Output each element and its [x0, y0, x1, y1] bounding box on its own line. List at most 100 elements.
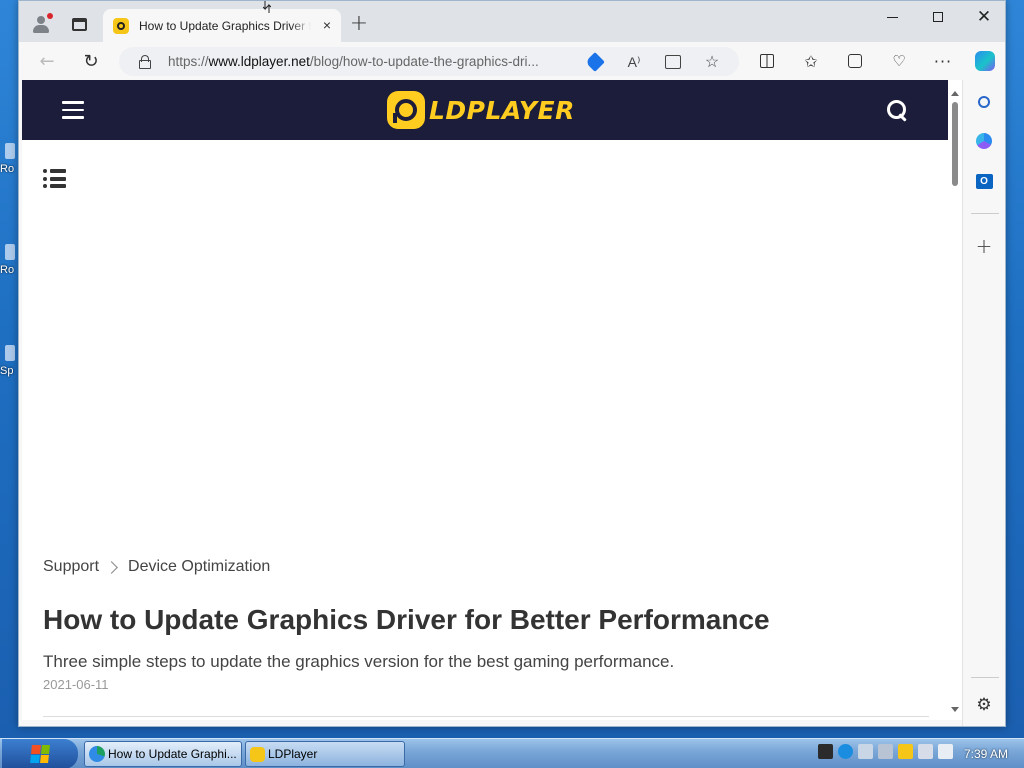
add-favorite-button[interactable]: ☆: [701, 51, 723, 73]
windows-logo-icon: [30, 745, 50, 763]
mouse-cursor-icon: [263, 1, 271, 13]
notification-dot: [47, 13, 53, 19]
maximize-icon: [933, 12, 943, 22]
start-button[interactable]: [2, 739, 78, 768]
display-icon[interactable]: [918, 744, 933, 759]
gear-icon: ⚙: [976, 695, 992, 715]
url-text[interactable]: https://www.ldplayer.net/blog/how-to-upd…: [168, 54, 578, 69]
taskbar-clock[interactable]: 7:39 AM: [964, 747, 1008, 761]
ldplayer-icon: [250, 746, 265, 762]
app-icon: [5, 143, 15, 159]
desktop-shortcut[interactable]: Sp: [0, 345, 18, 389]
taskbar: How to Update Graphi... LDPlayer 7:39 AM: [0, 738, 1024, 768]
minimize-button[interactable]: [869, 1, 915, 33]
app-icon: [5, 345, 15, 361]
collections-button[interactable]: [841, 48, 869, 74]
breadcrumb-support[interactable]: Support: [43, 558, 99, 576]
edge-sidebar: O + ⚙: [962, 80, 1005, 726]
taskbar-item-ldplayer[interactable]: LDPlayer: [245, 741, 405, 767]
edge-icon: [89, 746, 105, 762]
address-bar[interactable]: https://www.ldplayer.net/blog/how-to-upd…: [119, 47, 739, 76]
read-aloud-button[interactable]: A⁾: [623, 51, 645, 73]
search-icon[interactable]: [887, 100, 909, 122]
profile-button[interactable]: [27, 10, 55, 38]
ldplayer-tray-icon[interactable]: [898, 744, 913, 759]
title-bar: How to Update Graphics Driver for Better…: [19, 1, 1005, 42]
chevron-right-icon: [105, 560, 118, 574]
scroll-up-arrow-icon[interactable]: [951, 91, 959, 96]
volume-muted-icon[interactable]: [938, 744, 953, 759]
immersive-reader-icon: [665, 55, 681, 69]
network-icon[interactable]: [858, 744, 873, 759]
url-scheme: https://: [168, 54, 209, 69]
immersive-reader-button[interactable]: [662, 51, 684, 73]
tab-actions-button[interactable]: [65, 10, 93, 38]
copilot-button[interactable]: [971, 48, 999, 74]
scrollbar-thumb[interactable]: [952, 102, 958, 186]
article-date: 2021-06-11: [43, 677, 109, 692]
desktop-shortcut-label: Ro: [0, 264, 15, 276]
logo-text: LDPLAYER: [429, 95, 575, 125]
menu-button[interactable]: [62, 101, 84, 119]
site-header: LDPLAYER: [22, 80, 948, 140]
breadcrumb: Support Device Optimization: [43, 558, 270, 576]
sidebar-add-button[interactable]: +: [973, 234, 995, 258]
divider: [971, 213, 999, 214]
ldplayer-favicon-icon: [113, 17, 129, 34]
sidebar-outlook-button[interactable]: O: [973, 170, 995, 192]
divider: [971, 677, 999, 678]
reload-icon: ↻: [83, 50, 99, 72]
security-shield-icon[interactable]: [818, 744, 833, 759]
shopping-tag-icon: [585, 52, 605, 72]
vertical-scrollbar[interactable]: [948, 80, 962, 720]
heart-pulse-icon: ♡: [892, 52, 906, 70]
taskbar-item-label: LDPlayer: [268, 747, 318, 761]
star-icon: ☆: [704, 54, 720, 71]
web-page: LDPLAYER Support Device Optimization How…: [22, 80, 948, 720]
copilot-icon: [975, 51, 995, 71]
desktop-shortcut-label: Sp: [0, 365, 14, 377]
sidebar-settings-button[interactable]: ⚙: [973, 694, 995, 716]
split-screen-icon: [760, 54, 774, 68]
tab-close-button[interactable]: ×: [323, 18, 331, 32]
more-icon: ···: [933, 51, 953, 71]
desktop-shortcut-label: Ro: [0, 163, 15, 175]
scroll-down-arrow-icon[interactable]: [951, 707, 959, 712]
games-icon: [976, 133, 992, 149]
ldplayer-logo[interactable]: LDPLAYER: [387, 91, 575, 129]
maximize-button[interactable]: [915, 1, 961, 33]
sidebar-games-button[interactable]: [973, 130, 995, 152]
favorites-button[interactable]: ✩: [797, 48, 825, 74]
article-subtitle: Three simple steps to update the graphic…: [43, 652, 675, 671]
breadcrumb-device-optimization[interactable]: Device Optimization: [128, 558, 270, 576]
browser-essentials-button[interactable]: ♡: [885, 48, 913, 74]
table-of-contents-button[interactable]: [43, 169, 66, 188]
close-window-button[interactable]: ✕: [961, 1, 1007, 33]
sidebar-search-button[interactable]: [973, 91, 995, 113]
tab-actions-icon: [71, 17, 87, 31]
tab-title: How to Update Graphics Driver for Better…: [139, 18, 311, 33]
split-screen-button[interactable]: [753, 48, 781, 74]
search-icon: [978, 96, 990, 108]
reload-button[interactable]: ↻: [77, 48, 105, 74]
shopping-tag-button[interactable]: [584, 51, 606, 73]
collections-icon: [848, 54, 862, 68]
navigation-toolbar: ← ↻ https://www.ldplayer.net/blog/how-to…: [19, 42, 1005, 80]
lock-icon: [139, 55, 151, 69]
browser-window: How to Update Graphics Driver for Better…: [18, 0, 1006, 727]
app-icon: [5, 244, 15, 260]
settings-more-button[interactable]: ···: [929, 48, 957, 74]
minimize-icon: [886, 16, 898, 18]
app-tray-icon[interactable]: [878, 744, 893, 759]
taskbar-item-edge[interactable]: How to Update Graphi...: [84, 741, 242, 767]
desktop-shortcut[interactable]: Ro: [0, 143, 18, 187]
favorites-icon: ✩: [804, 51, 818, 71]
taskbar-item-label: How to Update Graphi...: [108, 747, 237, 761]
new-tab-button[interactable]: +: [347, 13, 371, 37]
active-tab[interactable]: How to Update Graphics Driver for Better…: [103, 9, 341, 42]
desktop-shortcut[interactable]: Ro: [0, 244, 18, 288]
ldplayer-logo-icon: [387, 91, 425, 129]
bluetooth-icon[interactable]: [838, 744, 853, 759]
plus-icon: +: [975, 234, 993, 258]
back-button[interactable]: ←: [33, 48, 61, 74]
